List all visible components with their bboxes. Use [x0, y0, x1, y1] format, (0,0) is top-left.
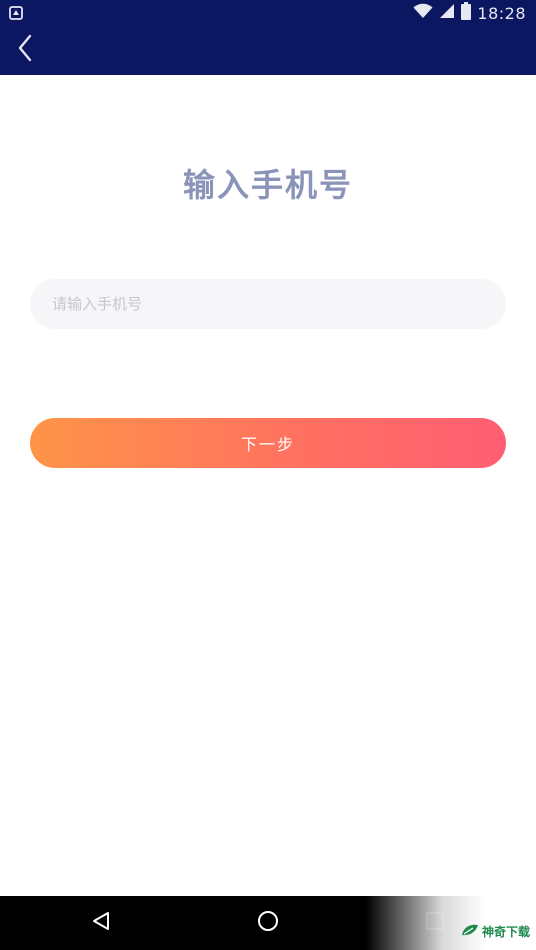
phone-number-input[interactable]	[30, 279, 506, 329]
app-header: 18:28	[0, 0, 536, 75]
page-title: 输入手机号	[182, 166, 353, 204]
watermark-text: 神奇下载	[481, 925, 530, 939]
notification-icon	[8, 4, 26, 22]
nav-back-button[interactable]	[84, 906, 118, 940]
nav-home-button[interactable]	[251, 906, 285, 940]
battery-icon	[461, 2, 472, 24]
circle-home-icon	[256, 909, 280, 937]
chevron-left-icon	[17, 34, 33, 66]
triangle-back-icon	[90, 910, 112, 936]
status-bar: 18:28	[0, 0, 536, 26]
square-recent-icon	[424, 910, 446, 936]
wifi-icon	[413, 3, 433, 23]
leaf-logo-icon	[461, 923, 479, 940]
phone-screen: 18:28 输入手机号 下一步	[0, 0, 536, 950]
back-button[interactable]	[10, 34, 40, 66]
status-time: 18:28	[477, 3, 526, 23]
status-indicators: 18:28	[413, 2, 526, 24]
next-step-button[interactable]: 下一步	[30, 418, 506, 468]
watermark-logo: 神奇下载	[461, 923, 530, 940]
system-navigation-bar: 神奇下载	[0, 896, 536, 950]
nav-recent-apps-button[interactable]	[418, 906, 452, 940]
signal-icon	[439, 3, 455, 23]
